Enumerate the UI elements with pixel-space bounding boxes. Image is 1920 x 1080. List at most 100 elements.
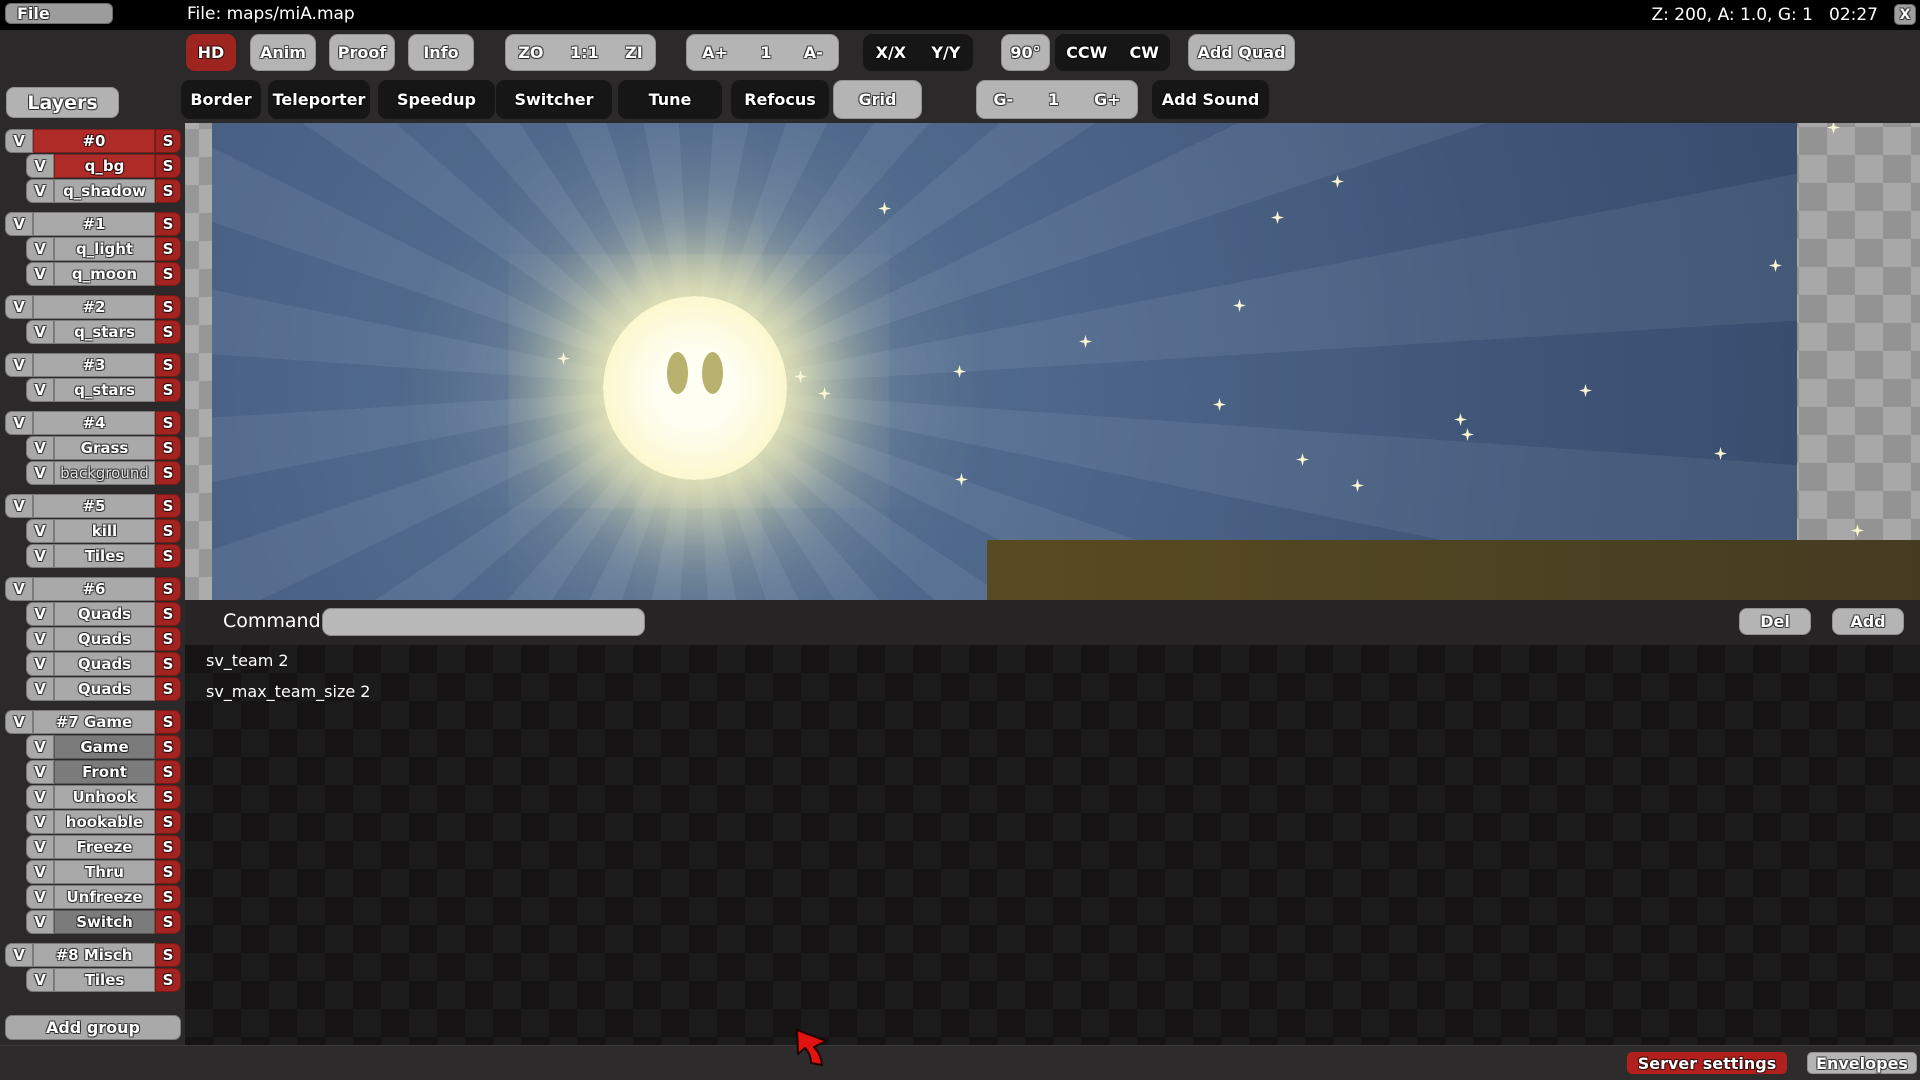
layer-solo-toggle[interactable]: S (155, 461, 181, 485)
group-label-7-game[interactable]: #7 Game (33, 710, 155, 734)
toolbar-button-hd[interactable]: HD (186, 34, 236, 71)
layer-visibility-toggle[interactable]: V (26, 320, 54, 344)
group-label-5[interactable]: #5 (33, 494, 155, 518)
layer-visibility-toggle[interactable]: V (26, 378, 54, 402)
layer-visibility-toggle[interactable]: V (26, 885, 54, 909)
layer-solo-toggle[interactable]: S (155, 968, 181, 992)
map-canvas[interactable] (185, 123, 1920, 600)
layer-visibility-toggle[interactable]: V (26, 810, 54, 834)
command-input[interactable] (322, 608, 645, 636)
layer-visibility-toggle[interactable]: V (26, 519, 54, 543)
layer-solo-toggle[interactable]: S (155, 810, 181, 834)
layer-label-q-stars[interactable]: q_stars (54, 378, 155, 402)
toolbar-button-a[interactable]: A- (804, 43, 823, 62)
toolbar-button-add-sound[interactable]: Add Sound (1152, 80, 1269, 119)
layer-solo-toggle[interactable]: S (155, 237, 181, 261)
layer-visibility-toggle[interactable]: V (26, 154, 54, 178)
layer-visibility-toggle[interactable]: V (26, 760, 54, 784)
toolbar-button-1-1[interactable]: 1:1 (570, 43, 599, 62)
layer-label-hookable[interactable]: hookable (54, 810, 155, 834)
layer-solo-toggle[interactable]: S (155, 179, 181, 203)
toolbar-button-x-x[interactable]: X/X (876, 43, 907, 62)
layer-solo-toggle[interactable]: S (155, 320, 181, 344)
toolbar-button-cw[interactable]: CW (1129, 43, 1158, 62)
group-solo-toggle[interactable]: S (155, 943, 181, 967)
layer-label-background[interactable]: background (54, 461, 155, 485)
layer-visibility-toggle[interactable]: V (26, 262, 54, 286)
close-button[interactable]: X (1894, 4, 1916, 25)
layer-solo-toggle[interactable]: S (155, 262, 181, 286)
layer-solo-toggle[interactable]: S (155, 652, 181, 676)
layer-label-quads[interactable]: Quads (54, 677, 155, 701)
group-label-0[interactable]: #0 (33, 129, 155, 153)
layer-label-thru[interactable]: Thru (54, 860, 155, 884)
layer-solo-toggle[interactable]: S (155, 760, 181, 784)
layer-label-unfreeze[interactable]: Unfreeze (54, 885, 155, 909)
layer-solo-toggle[interactable]: S (155, 436, 181, 460)
server-setting-entry[interactable]: sv_team 2 (185, 645, 1920, 676)
layer-label-quads[interactable]: Quads (54, 602, 155, 626)
delete-command-button[interactable]: Del (1739, 608, 1811, 635)
layers-header-button[interactable]: Layers (6, 87, 119, 118)
toolbar-button-y-y[interactable]: Y/Y (931, 43, 960, 62)
toolbar-button-switcher[interactable]: Switcher (496, 80, 612, 119)
layer-solo-toggle[interactable]: S (155, 835, 181, 859)
envelopes-tab[interactable]: Envelopes (1807, 1052, 1917, 1074)
layer-visibility-toggle[interactable]: V (26, 544, 54, 568)
group-visibility-toggle[interactable]: V (5, 943, 33, 967)
group-visibility-toggle[interactable]: V (5, 212, 33, 236)
add-group-button[interactable]: Add group (5, 1015, 181, 1040)
layer-label-grass[interactable]: Grass (54, 436, 155, 460)
group-solo-toggle[interactable]: S (155, 212, 181, 236)
layer-solo-toggle[interactable]: S (155, 885, 181, 909)
group-solo-toggle[interactable]: S (155, 295, 181, 319)
layer-label-front[interactable]: Front (54, 760, 155, 784)
layer-solo-toggle[interactable]: S (155, 378, 181, 402)
group-visibility-toggle[interactable]: V (5, 710, 33, 734)
layer-solo-toggle[interactable]: S (155, 677, 181, 701)
group-solo-toggle[interactable]: S (155, 494, 181, 518)
add-command-button[interactable]: Add (1832, 608, 1904, 635)
group-visibility-toggle[interactable]: V (5, 494, 33, 518)
layer-visibility-toggle[interactable]: V (26, 179, 54, 203)
toolbar-button-grid[interactable]: Grid (833, 80, 922, 119)
layer-label-tiles[interactable]: Tiles (54, 544, 155, 568)
toolbar-button-teleporter[interactable]: Teleporter (268, 80, 370, 119)
layer-visibility-toggle[interactable]: V (26, 436, 54, 460)
layer-label-q-shadow[interactable]: q_shadow (54, 179, 155, 203)
toolbar-button-add-quad[interactable]: Add Quad (1188, 34, 1295, 71)
toolbar-button-zi[interactable]: ZI (625, 43, 643, 62)
group-label-8-misch[interactable]: #8 Misch (33, 943, 155, 967)
layer-label-freeze[interactable]: Freeze (54, 835, 155, 859)
toolbar-button-tune[interactable]: Tune (618, 80, 722, 119)
toolbar-button-g[interactable]: G+ (1094, 90, 1121, 109)
layer-visibility-toggle[interactable]: V (26, 910, 54, 934)
layer-label-q-moon[interactable]: q_moon (54, 262, 155, 286)
layer-visibility-toggle[interactable]: V (26, 785, 54, 809)
toolbar-button-proof[interactable]: Proof (329, 34, 395, 71)
layer-visibility-toggle[interactable]: V (26, 968, 54, 992)
toolbar-button-border[interactable]: Border (181, 80, 261, 119)
layer-solo-toggle[interactable]: S (155, 154, 181, 178)
group-solo-toggle[interactable]: S (155, 710, 181, 734)
layer-visibility-toggle[interactable]: V (26, 677, 54, 701)
toolbar-button-1[interactable]: 1 (760, 43, 771, 62)
layer-visibility-toggle[interactable]: V (26, 237, 54, 261)
group-visibility-toggle[interactable]: V (5, 129, 33, 153)
server-setting-entry[interactable]: sv_max_team_size 2 (185, 676, 1920, 707)
layer-label-quads[interactable]: Quads (54, 652, 155, 676)
layer-solo-toggle[interactable]: S (155, 910, 181, 934)
layer-solo-toggle[interactable]: S (155, 735, 181, 759)
layer-label-tiles[interactable]: Tiles (54, 968, 155, 992)
layer-visibility-toggle[interactable]: V (26, 461, 54, 485)
toolbar-button-speedup[interactable]: Speedup (378, 80, 495, 119)
layer-visibility-toggle[interactable]: V (26, 602, 54, 626)
group-solo-toggle[interactable]: S (155, 353, 181, 377)
toolbar-button-g[interactable]: G- (993, 90, 1013, 109)
layer-label-q-bg[interactable]: q_bg (54, 154, 155, 178)
layer-solo-toggle[interactable]: S (155, 602, 181, 626)
layer-label-switch[interactable]: Switch (54, 910, 155, 934)
group-visibility-toggle[interactable]: V (5, 353, 33, 377)
toolbar-button-refocus[interactable]: Refocus (731, 80, 829, 119)
toolbar-button-ccw[interactable]: CCW (1066, 43, 1107, 62)
